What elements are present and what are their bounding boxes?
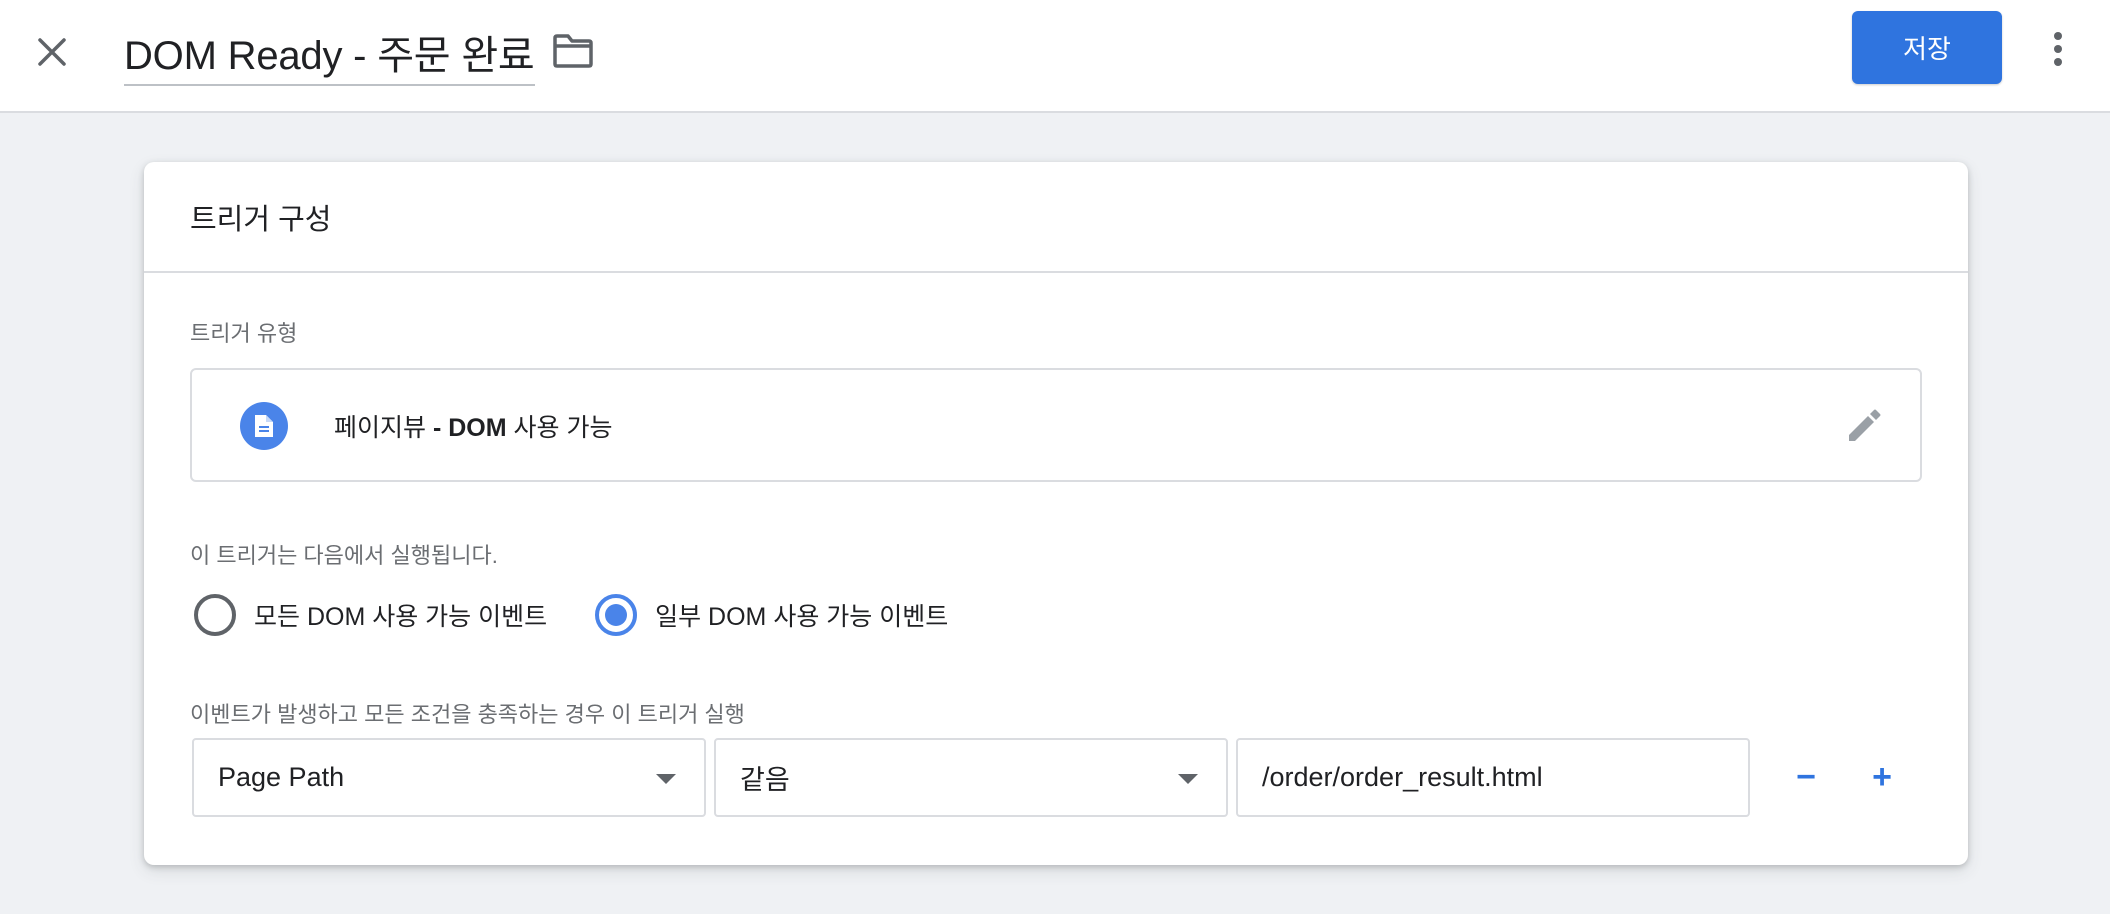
close-button[interactable] (28, 28, 76, 76)
trigger-type-name-part1: 페이지뷰 (334, 414, 427, 442)
dropdown-arrow-icon (656, 774, 676, 784)
condition-label: 이벤트가 발생하고 모든 조건을 충족하는 경우 이 트리거 실행 (190, 702, 745, 727)
radio-some-dom-ready[interactable]: 일부 DOM 사용 가능 이벤트 (595, 594, 948, 636)
document-icon (240, 402, 288, 450)
operator-select[interactable]: 같음 (714, 738, 1228, 817)
trigger-type-name-part3: 사용 가능 (506, 414, 613, 442)
fire-options-group: 모든 DOM 사용 가능 이벤트 일부 DOM 사용 가능 이벤트 (194, 594, 996, 636)
trigger-name[interactable]: DOM Ready - 주문 완료 (124, 23, 535, 81)
trigger-type-label: 트리거 유형 (190, 321, 298, 346)
radio-some-label: 일부 DOM 사용 가능 이벤트 (655, 603, 949, 631)
trigger-type-name: 페이지뷰 - DOM 사용 가능 (334, 408, 612, 444)
top-bar: DOM Ready - 주문 완료 저장 (0, 0, 2110, 113)
more-options-button[interactable] (2036, 24, 2080, 74)
add-condition-button[interactable]: + (1850, 746, 1914, 810)
radio-all-dom-ready[interactable]: 모든 DOM 사용 가능 이벤트 (194, 594, 547, 636)
trigger-type-name-part2: - DOM (426, 414, 507, 442)
card-header: 트리거 구성 (144, 162, 1968, 273)
variable-select[interactable]: Page Path (192, 738, 706, 817)
radio-all-label: 모든 DOM 사용 가능 이벤트 (254, 603, 548, 631)
dropdown-arrow-icon (1178, 774, 1198, 784)
card-title: 트리거 구성 (190, 203, 332, 236)
trigger-name-field[interactable]: DOM Ready - 주문 완료 (124, 20, 535, 86)
condition-value-input[interactable] (1236, 738, 1750, 817)
radio-checked-icon (595, 594, 638, 636)
remove-condition-button[interactable]: − (1774, 746, 1838, 810)
trigger-configuration-card: 트리거 구성 트리거 유형 페이지뷰 - DOM 사용 가능 이 트리거는 다음… (144, 162, 1968, 865)
edit-trigger-type-button[interactable] (1842, 404, 1886, 448)
condition-row: Page Path 같음 − + (192, 738, 1914, 817)
variable-select-value: Page Path (218, 762, 345, 792)
operator-select-value: 같음 (740, 765, 790, 795)
save-button[interactable]: 저장 (1852, 11, 2002, 84)
pencil-icon (1849, 409, 1881, 441)
radio-unchecked-icon (194, 594, 236, 636)
radio-dot (605, 604, 628, 626)
fires-on-label: 이 트리거는 다음에서 실행됩니다. (190, 543, 498, 568)
folder-button[interactable] (548, 26, 598, 76)
more-vert-icon (2054, 32, 2062, 66)
trigger-type-selector[interactable]: 페이지뷰 - DOM 사용 가능 (190, 368, 1922, 482)
folder-icon (553, 34, 593, 68)
close-icon (38, 38, 66, 66)
